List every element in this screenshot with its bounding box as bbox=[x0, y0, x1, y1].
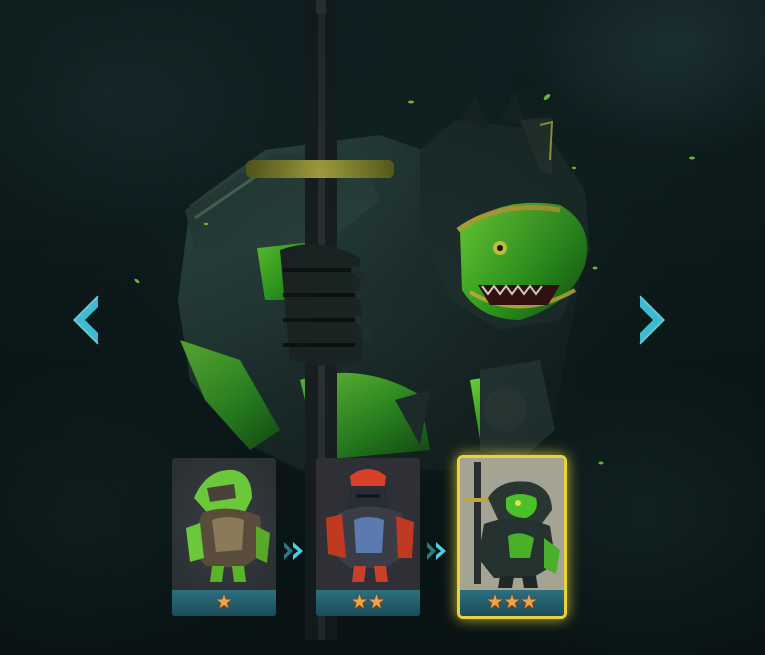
hero-portrait-red bbox=[316, 458, 420, 590]
double-chevron-right-icon bbox=[284, 542, 303, 560]
evolution-card-2-star[interactable]: ★★ bbox=[316, 458, 420, 616]
chevron-right-icon[interactable] bbox=[634, 293, 668, 347]
double-chevron-right-icon bbox=[427, 542, 446, 560]
star-rating: ★★ bbox=[350, 592, 386, 613]
evolution-card-3-star-selected[interactable]: ★★★ bbox=[460, 458, 564, 616]
star-rating: ★ bbox=[215, 592, 233, 613]
star-rating: ★★★ bbox=[486, 592, 538, 613]
chevron-left-icon[interactable] bbox=[70, 293, 104, 347]
star-rating-bar: ★ bbox=[172, 590, 276, 616]
star-rating-bar: ★★ bbox=[316, 590, 420, 616]
hero-portrait-dark-green bbox=[460, 458, 564, 590]
hero-portrait-green bbox=[172, 458, 276, 590]
evolution-card-1-star[interactable]: ★ bbox=[172, 458, 276, 616]
hero-showcase-screen: ★ ★★ ★★★ bbox=[0, 0, 765, 655]
star-rating-bar: ★★★ bbox=[460, 590, 564, 616]
